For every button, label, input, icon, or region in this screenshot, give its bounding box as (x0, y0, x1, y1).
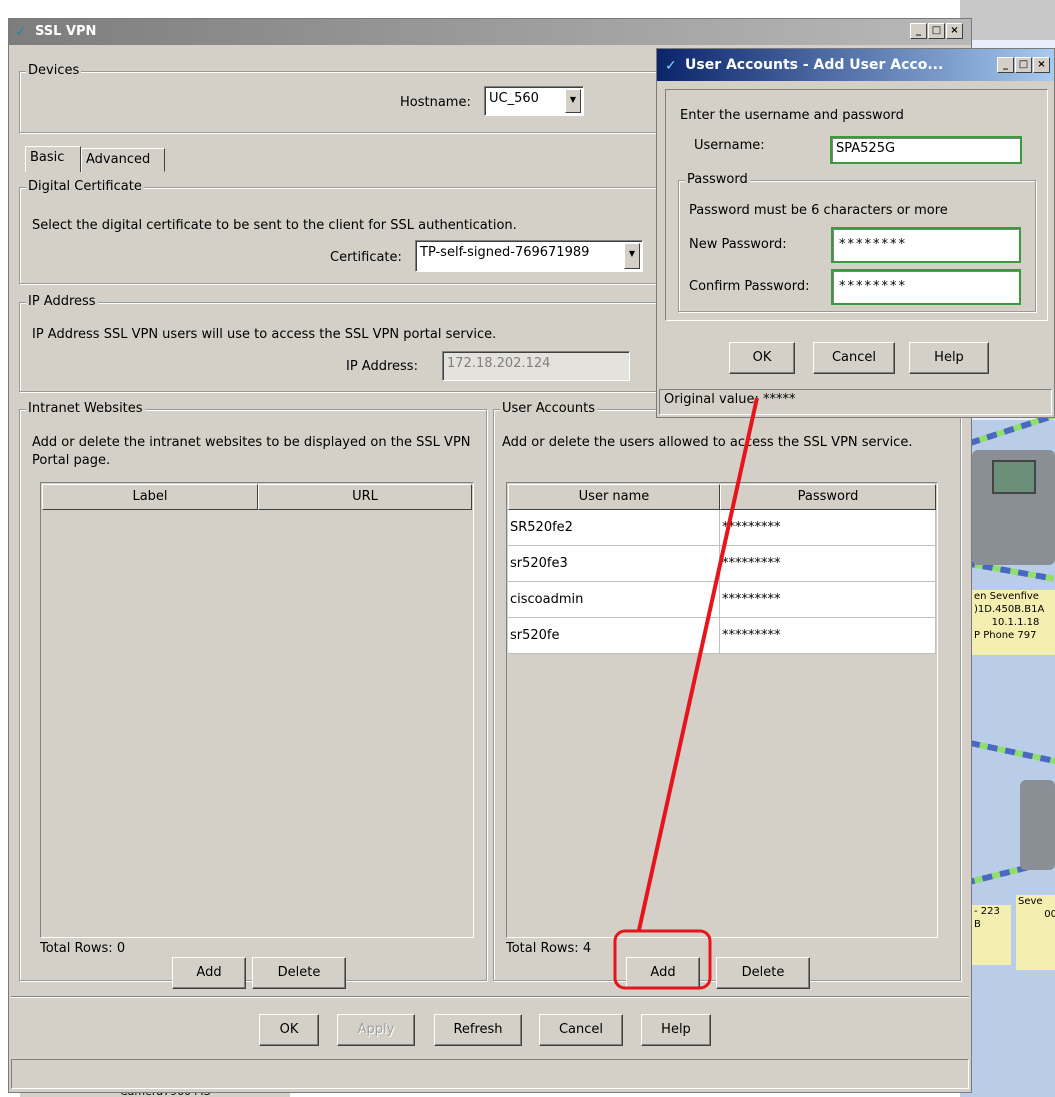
refresh-button[interactable]: Refresh (434, 1014, 522, 1046)
device-label-1: en Sevenfive )1D.450B.B1A 10.1.1.18 P Ph… (972, 590, 1055, 655)
ip-address-label: IP Address: (346, 359, 418, 374)
dialog-help-button[interactable]: Help (909, 342, 989, 374)
tab-advanced[interactable]: Advanced (81, 148, 165, 172)
confirm-password-input[interactable]: ******** (831, 269, 1021, 305)
certificate-value: TP-self-signed-769671989 (420, 245, 590, 260)
new-password-value: ******** (839, 237, 907, 252)
close-button[interactable]: × (1033, 57, 1050, 73)
user-accounts-add-button[interactable]: Add (626, 957, 700, 989)
password-cell: ********* (720, 618, 936, 654)
intranet-total-rows: Total Rows: 0 (40, 941, 126, 956)
intranet-websites-description: Add or delete the intranet websites to b… (32, 435, 471, 468)
dialog-instructions: Enter the username and password (680, 108, 904, 123)
user-accounts-total-rows: Total Rows: 4 (506, 941, 592, 956)
confirm-password-label: Confirm Password: (689, 279, 810, 294)
confirm-password-value: ******** (839, 279, 907, 294)
chevron-down-icon[interactable]: ▼ (624, 243, 640, 269)
dialog-cancel-button[interactable]: Cancel (813, 342, 895, 374)
password-cell: ********* (720, 546, 936, 582)
intranet-websites-table[interactable]: Label URL (40, 482, 474, 938)
password-group-label: Password (685, 172, 750, 187)
user-name-cell: ciscoadmin (508, 582, 720, 618)
intranet-delete-button[interactable]: Delete (252, 957, 346, 989)
minimize-button[interactable]: _ (910, 23, 927, 39)
dialog-content-panel: Enter the username and password Username… (665, 89, 1048, 321)
intranet-websites-label: Intranet Websites (26, 401, 145, 416)
hostname-dropdown[interactable]: UC_560 ▼ (484, 86, 584, 116)
user-name-cell: SR520fe2 (508, 510, 720, 546)
devices-group-label: Devices (26, 63, 82, 78)
new-password-label: New Password: (689, 237, 787, 252)
column-header-user-name[interactable]: User name (508, 484, 720, 510)
footer-separator (11, 996, 969, 998)
user-accounts-table[interactable]: User name Password SR520fe2 ********* sr… (506, 482, 938, 938)
password-rule-text: Password must be 6 characters or more (689, 203, 948, 218)
username-input[interactable]: SPA525G (830, 136, 1022, 164)
dialog-status-bar: Original value: ***** (659, 389, 1052, 415)
tab-basic[interactable]: Basic (25, 146, 81, 172)
password-group: Password Password must be 6 characters o… (678, 172, 1036, 312)
status-bar (11, 1059, 969, 1089)
table-header: User name Password (508, 484, 936, 510)
intranet-websites-group: Intranet Websites Add or delete the intr… (19, 401, 487, 989)
ip-phone-icon[interactable] (972, 450, 1055, 565)
ip-address-description: IP Address SSL VPN users will use to acc… (32, 327, 497, 342)
user-accounts-group: User Accounts Add or delete the users al… (493, 401, 961, 989)
device-label-2: - 223 B (972, 905, 1011, 965)
username-value: SPA525G (836, 141, 896, 156)
window-title: SSL VPN (35, 24, 97, 39)
table-row[interactable]: sr520fe3 ********* (508, 546, 936, 582)
certificate-dropdown[interactable]: TP-self-signed-769671989 ▼ (415, 240, 643, 272)
ip-address-value: 172.18.202.124 (447, 356, 551, 371)
user-name-cell: sr520fe (508, 618, 720, 654)
app-icon: ✓ (15, 24, 27, 40)
hostname-value: UC_560 (489, 91, 539, 106)
password-cell: ********* (720, 510, 936, 546)
ip-address-group-label: IP Address (26, 294, 98, 309)
username-label: Username: (694, 138, 765, 153)
cancel-button[interactable]: Cancel (539, 1014, 623, 1046)
certificate-label: Certificate: (330, 250, 402, 265)
ok-button[interactable]: OK (259, 1014, 319, 1046)
chevron-down-icon[interactable]: ▼ (565, 89, 581, 113)
hostname-label: Hostname: (400, 95, 471, 110)
ip-phone-icon[interactable] (1020, 780, 1055, 870)
column-header-label[interactable]: Label (42, 484, 258, 510)
table-row[interactable]: sr520fe ********* (508, 618, 936, 654)
certificate-description: Select the digital certificate to be sen… (32, 218, 517, 233)
digital-certificate-label: Digital Certificate (26, 179, 144, 194)
ssl-vpn-titlebar[interactable]: ✓ SSL VPN _ □ × (9, 19, 971, 45)
dialog-title: User Accounts - Add User Acco... (685, 57, 944, 73)
network-link-line (969, 740, 1055, 765)
table-row[interactable]: ciscoadmin ********* (508, 582, 936, 618)
map-top-strip (960, 0, 1055, 40)
maximize-button[interactable]: □ (928, 23, 945, 39)
table-row[interactable]: SR520fe2 ********* (508, 510, 936, 546)
close-button[interactable]: × (946, 23, 963, 39)
password-cell: ********* (720, 582, 936, 618)
minimize-button[interactable]: _ (997, 57, 1014, 73)
column-header-password[interactable]: Password (720, 484, 936, 510)
user-accounts-delete-button[interactable]: Delete (716, 957, 810, 989)
intranet-add-button[interactable]: Add (172, 957, 246, 989)
user-name-cell: sr520fe3 (508, 546, 720, 582)
user-accounts-label: User Accounts (500, 401, 598, 416)
column-header-url[interactable]: URL (258, 484, 472, 510)
new-password-input[interactable]: ******** (831, 227, 1021, 263)
app-icon: ✓ (665, 58, 677, 74)
original-value-text: Original value: ***** (664, 392, 796, 407)
dialog-titlebar[interactable]: ✓ User Accounts - Add User Acco... _ □ × (657, 49, 1054, 81)
help-button[interactable]: Help (641, 1014, 711, 1046)
dialog-ok-button[interactable]: OK (729, 342, 795, 374)
apply-button[interactable]: Apply (337, 1014, 415, 1046)
table-header: Label URL (42, 484, 472, 510)
ip-address-field[interactable]: 172.18.202.124 (442, 351, 630, 381)
add-user-dialog: ✓ User Accounts - Add User Acco... _ □ ×… (656, 48, 1055, 418)
device-label-3: Seve 00 I (1016, 895, 1055, 970)
user-accounts-description: Add or delete the users allowed to acces… (502, 435, 913, 450)
maximize-button[interactable]: □ (1015, 57, 1032, 73)
